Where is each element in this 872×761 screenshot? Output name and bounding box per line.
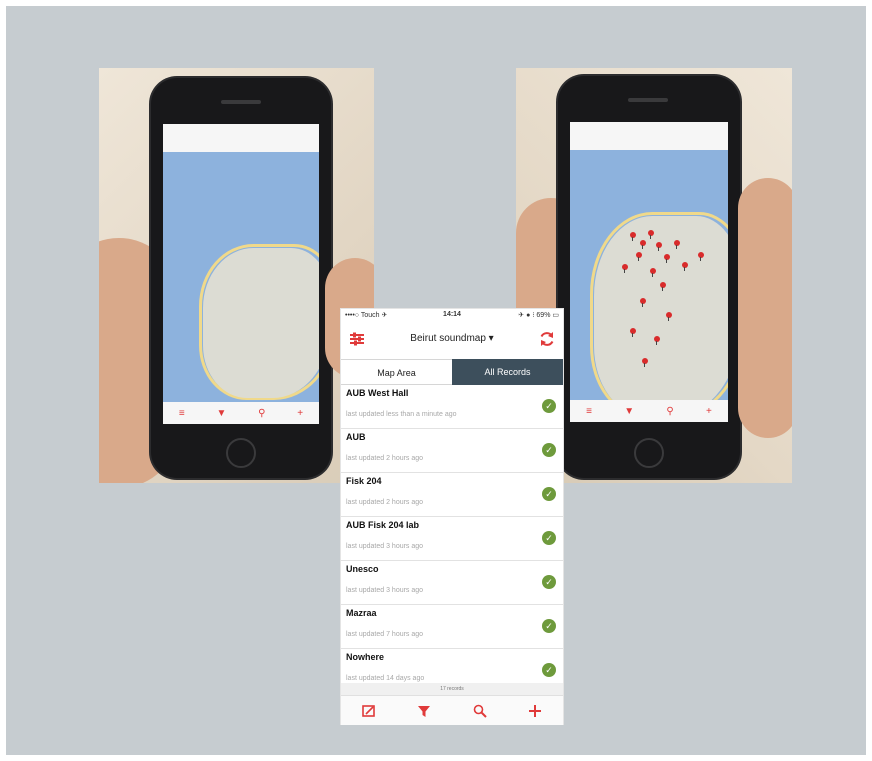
record-updated: last updated 3 hours ago	[346, 587, 424, 594]
record-title: AUB	[346, 432, 366, 442]
check-icon: ✓	[542, 619, 556, 633]
check-icon: ✓	[542, 663, 556, 677]
record-title: Fisk 204	[346, 476, 382, 486]
mini-list-icon: ≡	[178, 407, 185, 419]
map-pin	[640, 298, 646, 307]
photo-map-view: ≡ ▼ ⚲ +	[99, 68, 374, 483]
map-edit-icon[interactable]	[359, 701, 379, 721]
home-button	[634, 438, 664, 468]
map-pin	[630, 328, 636, 337]
records-count: 17 records	[341, 683, 563, 695]
phone-screen-map: ≡ ▼ ⚲ +	[163, 124, 319, 424]
list-item[interactable]: Mazraa last updated 7 hours ago ✓	[341, 605, 563, 649]
list-item[interactable]: AUB Fisk 204 lab last updated 3 hours ag…	[341, 517, 563, 561]
map-pin	[636, 252, 642, 261]
filter-icon[interactable]	[414, 701, 434, 721]
bottom-toolbar	[341, 695, 563, 725]
map-pin	[698, 252, 704, 261]
map-pin	[660, 282, 666, 291]
check-icon: ✓	[542, 399, 556, 413]
map-pin	[630, 232, 636, 241]
mini-list-icon: ≡	[586, 405, 592, 417]
record-updated: last updated less than a minute ago	[346, 411, 457, 418]
battery-indicator: ✈ ● ⁝ 69% ▭	[518, 312, 559, 319]
record-updated: last updated 14 days ago	[346, 675, 425, 682]
record-title: AUB West Hall	[346, 388, 409, 398]
phone-speaker	[221, 100, 261, 104]
map-pin	[674, 240, 680, 249]
app-screen: ••••○ Touch ✈ 14:14 ✈ ● ⁝ 69% ▭ Beirut s…	[341, 309, 563, 725]
mini-search-icon: ⚲	[258, 407, 266, 419]
mini-search-icon: ⚲	[666, 405, 674, 417]
check-icon: ✓	[542, 575, 556, 589]
phone-screen-pins: ≡ ▼ ⚲ +	[570, 122, 728, 422]
record-title: Nowhere	[346, 652, 385, 662]
check-icon: ✓	[542, 443, 556, 457]
sync-icon[interactable]	[538, 330, 556, 348]
map-pin	[650, 268, 656, 277]
map-land	[203, 248, 319, 398]
tab-map-area[interactable]: Map Area	[341, 359, 452, 385]
records-list: AUB West Hall last updated less than a m…	[341, 385, 563, 693]
map-pin	[642, 358, 648, 367]
segmented-control: Map Area All Records	[341, 359, 563, 385]
fingers-right	[738, 178, 792, 438]
record-title: Unesco	[346, 564, 379, 574]
status-bar: ••••○ Touch ✈ 14:14 ✈ ● ⁝ 69% ▭	[341, 309, 563, 321]
check-icon: ✓	[542, 487, 556, 501]
add-icon[interactable]	[525, 701, 545, 721]
home-button	[226, 438, 256, 468]
phone-right: ≡ ▼ ⚲ +	[558, 76, 740, 478]
map-pin	[622, 264, 628, 273]
mini-filter-icon: ▼	[624, 405, 635, 417]
record-title: Mazraa	[346, 608, 377, 618]
list-item[interactable]: Unesco last updated 3 hours ago ✓	[341, 561, 563, 605]
record-updated: last updated 2 hours ago	[346, 455, 424, 462]
record-updated: last updated 2 hours ago	[346, 499, 424, 506]
phone-left: ≡ ▼ ⚲ +	[151, 78, 331, 478]
mini-add-icon: +	[706, 405, 712, 417]
list-item[interactable]: AUB last updated 2 hours ago ✓	[341, 429, 563, 473]
map-pin	[682, 262, 688, 271]
phone-speaker	[628, 98, 668, 102]
map-pin	[648, 230, 654, 239]
list-item[interactable]: AUB West Hall last updated less than a m…	[341, 385, 563, 429]
search-icon[interactable]	[470, 701, 490, 721]
check-icon: ✓	[542, 531, 556, 545]
map-pin	[664, 254, 670, 263]
map-pin	[654, 336, 660, 345]
mini-add-icon: +	[297, 407, 304, 419]
record-title: AUB Fisk 204 lab	[346, 520, 420, 530]
map-selector-title[interactable]: Beirut soundmap ▾	[341, 333, 563, 344]
map-pin	[666, 312, 672, 321]
mini-filter-icon: ▼	[216, 407, 227, 419]
tab-all-records[interactable]: All Records	[452, 359, 563, 385]
nav-bar: Beirut soundmap ▾	[341, 321, 563, 359]
map-pin	[640, 240, 646, 249]
list-item[interactable]: Fisk 204 last updated 2 hours ago ✓	[341, 473, 563, 517]
map-pin	[656, 242, 662, 251]
record-updated: last updated 3 hours ago	[346, 543, 424, 550]
record-updated: last updated 7 hours ago	[346, 631, 424, 638]
